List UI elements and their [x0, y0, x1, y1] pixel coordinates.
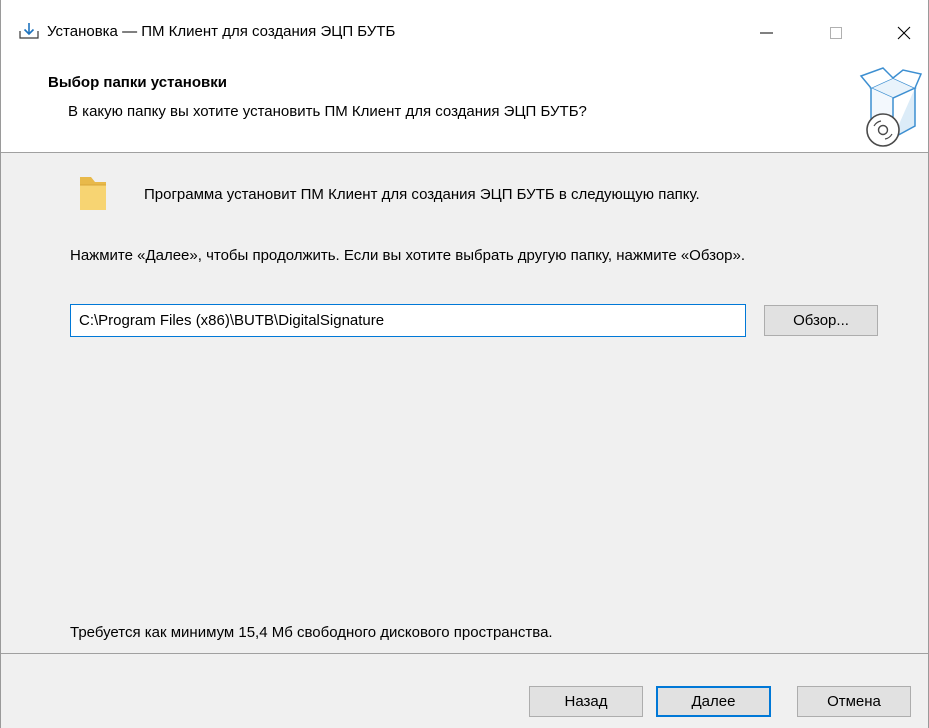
- window-title: Установка — ПМ Клиент для создания ЭЦП Б…: [47, 23, 396, 40]
- maximize-icon: [830, 27, 842, 39]
- next-button[interactable]: Далее: [656, 686, 771, 717]
- disk-space-text: Требуется как минимум 15,4 Мб свободного…: [70, 624, 553, 641]
- install-download-icon: [19, 22, 39, 40]
- browse-button[interactable]: Обзор...: [764, 305, 878, 336]
- page-title: Выбор папки установки: [48, 74, 227, 91]
- wizard-footer: Назад Далее Отмена: [1, 653, 928, 728]
- installer-window: Установка — ПМ Клиент для создания ЭЦП Б…: [0, 0, 929, 728]
- maximize-button[interactable]: [813, 12, 859, 54]
- install-path-input[interactable]: [70, 304, 746, 337]
- minimize-button[interactable]: [744, 12, 790, 54]
- wizard-content: Программа установит ПМ Клиент для создан…: [1, 153, 928, 653]
- page-subtitle: В какую папку вы хотите установить ПМ Кл…: [68, 103, 587, 120]
- close-icon: [897, 26, 911, 40]
- minimize-icon: [760, 32, 773, 34]
- destination-info-text: Программа установит ПМ Клиент для создан…: [144, 186, 700, 203]
- instructions-text: Нажмите «Далее», чтобы продолжить. Если …: [70, 247, 746, 264]
- back-button[interactable]: Назад: [529, 686, 643, 717]
- setup-box-disc-icon: [853, 66, 923, 148]
- folder-icon: [77, 173, 109, 213]
- close-button[interactable]: [881, 12, 927, 54]
- cancel-button[interactable]: Отмена: [797, 686, 911, 717]
- wizard-header: Выбор папки установки В какую папку вы х…: [1, 60, 928, 153]
- title-bar[interactable]: Установка — ПМ Клиент для создания ЭЦП Б…: [1, 0, 928, 60]
